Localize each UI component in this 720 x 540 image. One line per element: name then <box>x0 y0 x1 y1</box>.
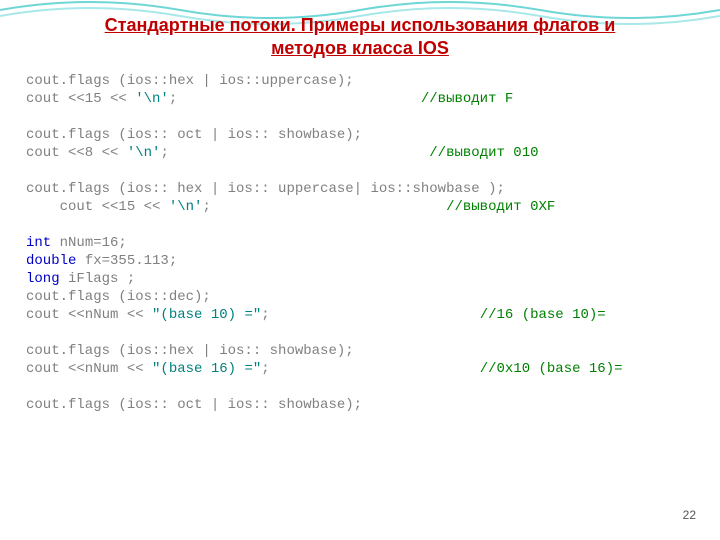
string-literal: "(base 16) =" <box>152 361 261 377</box>
string-literal: "(base 10) =" <box>152 307 261 323</box>
keyword: double <box>26 253 76 269</box>
code-line: cout.flags (ios:: hex | ios:: uppercase|… <box>26 181 505 197</box>
code-line: ; <box>202 199 446 215</box>
code-line: cout.flags (ios:: oct | ios:: showbase); <box>26 397 362 413</box>
code-line: cout.flags (ios::dec); <box>26 289 211 305</box>
code-line: cout <<15 << <box>26 91 135 107</box>
comment: //выводит 0XF <box>446 199 555 215</box>
slide: Стандартные потоки. Примеры использовани… <box>0 0 720 540</box>
code-line: fx=355.113; <box>76 253 177 269</box>
code-line: ; <box>160 145 429 161</box>
code-line: cout <<nNum << <box>26 307 152 323</box>
code-line: nNum=16; <box>51 235 127 251</box>
code-line: cout.flags (ios::hex | ios:: showbase); <box>26 343 354 359</box>
title-line-2: методов класса IOS <box>271 38 449 58</box>
code-line: ; <box>169 91 421 107</box>
code-line: cout.flags (ios::hex | ios::uppercase); <box>26 73 354 89</box>
string-literal: '\n' <box>127 145 161 161</box>
string-literal: '\n' <box>169 199 203 215</box>
comment: //16 (base 10)= <box>480 307 606 323</box>
comment: //выводит F <box>421 91 513 107</box>
title-line-1: Стандартные потоки. Примеры использовани… <box>105 15 616 35</box>
keyword: long <box>26 271 60 287</box>
comment: //выводит 010 <box>429 145 538 161</box>
code-line: cout <<15 << <box>26 199 169 215</box>
keyword: int <box>26 235 51 251</box>
slide-title: Стандартные потоки. Примеры использовани… <box>0 14 720 61</box>
code-line: cout <<8 << <box>26 145 127 161</box>
code-line: iFlags ; <box>60 271 136 287</box>
code-line: cout <<nNum << <box>26 361 152 377</box>
code-line: cout.flags (ios:: oct | ios:: showbase); <box>26 127 362 143</box>
string-literal: '\n' <box>135 91 169 107</box>
comment: //0x10 (base 16)= <box>480 361 623 377</box>
page-number: 22 <box>683 508 696 522</box>
code-line: ; <box>261 307 479 323</box>
code-line: ; <box>261 361 479 377</box>
code-block: cout.flags (ios::hex | ios::uppercase); … <box>26 72 708 414</box>
